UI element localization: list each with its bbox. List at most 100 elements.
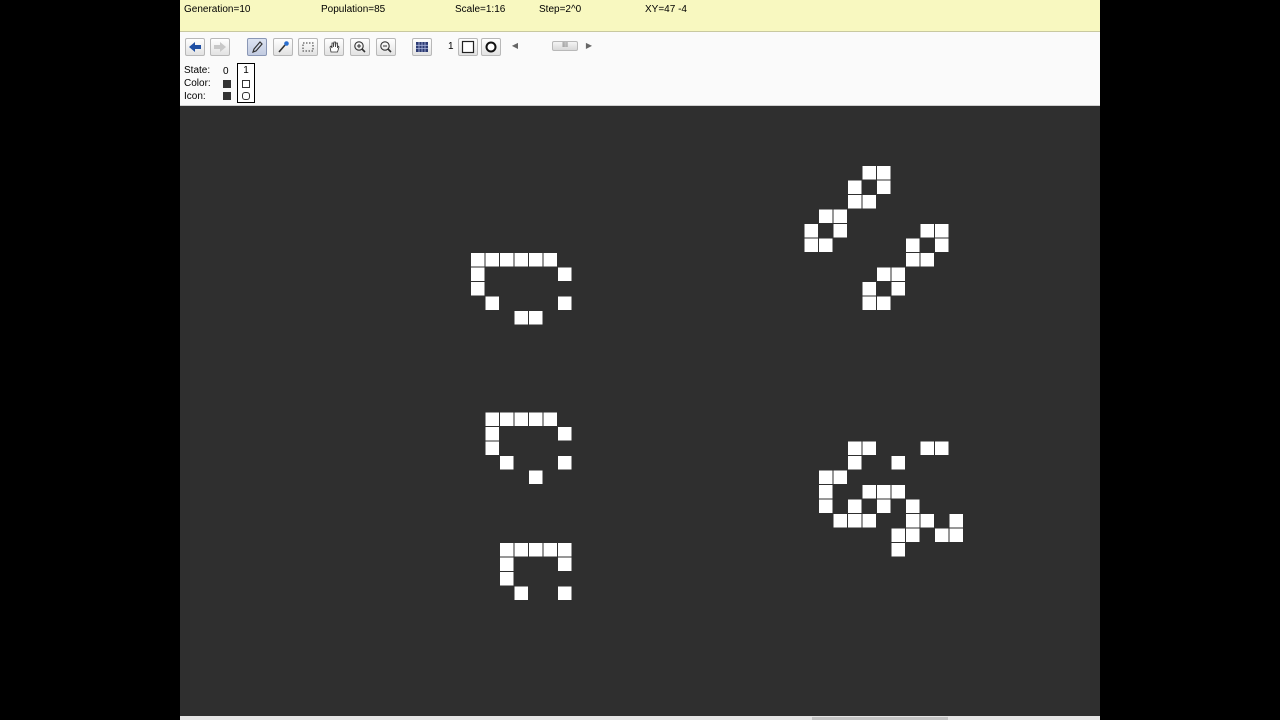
live-cell[interactable] (514, 311, 529, 325)
circle-cell-icon[interactable] (481, 38, 501, 56)
live-cell[interactable] (877, 267, 891, 282)
live-cell[interactable] (862, 282, 877, 296)
live-cell[interactable] (920, 253, 935, 267)
pencil-draw-icon[interactable] (247, 38, 267, 56)
live-cell[interactable] (848, 195, 862, 209)
live-cell[interactable] (471, 282, 485, 296)
live-cell[interactable] (500, 557, 514, 572)
live-cell[interactable] (848, 441, 862, 456)
live-cell[interactable] (500, 456, 514, 470)
live-cell[interactable] (558, 586, 572, 601)
live-cell[interactable] (543, 543, 558, 557)
live-cell[interactable] (500, 412, 514, 427)
live-cell[interactable] (862, 166, 877, 180)
scroll-left-arrow-icon[interactable]: ◀ (510, 40, 520, 52)
live-cell[interactable] (862, 195, 877, 209)
live-cell[interactable] (848, 180, 862, 195)
live-cell[interactable] (877, 296, 891, 311)
live-cell[interactable] (804, 224, 819, 238)
live-cell[interactable] (471, 267, 485, 282)
live-cell[interactable] (862, 514, 877, 528)
live-cell[interactable] (819, 470, 833, 485)
live-cell[interactable] (819, 209, 833, 224)
live-cell[interactable] (891, 267, 906, 282)
live-cell[interactable] (819, 238, 833, 253)
live-cell[interactable] (935, 441, 949, 456)
live-cell[interactable] (500, 572, 514, 586)
live-cell[interactable] (485, 412, 500, 427)
live-cell[interactable] (833, 514, 848, 528)
live-cell[interactable] (819, 485, 833, 499)
live-cell[interactable] (862, 485, 877, 499)
live-cell[interactable] (935, 224, 949, 238)
live-cell[interactable] (920, 514, 935, 528)
live-cell[interactable] (529, 543, 543, 557)
live-cell[interactable] (529, 253, 543, 267)
live-cell[interactable] (819, 499, 833, 514)
live-cell[interactable] (862, 296, 877, 311)
live-cell[interactable] (891, 543, 906, 557)
live-cell[interactable] (935, 238, 949, 253)
horizontal-scrollbar[interactable] (180, 716, 1100, 720)
live-cell[interactable] (543, 253, 558, 267)
live-cell[interactable] (558, 456, 572, 470)
live-cell[interactable] (558, 296, 572, 311)
live-cell[interactable] (891, 456, 906, 470)
live-cell[interactable] (485, 253, 500, 267)
select-region-icon[interactable] (298, 38, 318, 56)
scroll-right-arrow-icon[interactable]: ▶ (584, 40, 594, 52)
live-cell[interactable] (558, 427, 572, 441)
live-cell[interactable] (471, 253, 485, 267)
live-cell[interactable] (558, 557, 572, 572)
live-cell[interactable] (906, 528, 920, 543)
eyedropper-pick-icon[interactable] (273, 38, 293, 56)
zoom-out-icon[interactable] (376, 38, 396, 56)
zoom-in-icon[interactable] (350, 38, 370, 56)
live-cell[interactable] (500, 543, 514, 557)
live-cell[interactable] (877, 180, 891, 195)
live-cell[interactable] (485, 441, 500, 456)
live-cell[interactable] (804, 238, 819, 253)
live-cell[interactable] (906, 238, 920, 253)
live-cell[interactable] (848, 456, 862, 470)
scroll-thumb[interactable]: III (552, 41, 578, 51)
square-cell-icon[interactable] (458, 38, 478, 56)
live-cell[interactable] (848, 514, 862, 528)
live-cell[interactable] (935, 528, 949, 543)
forward-arrow-icon[interactable] (210, 38, 230, 56)
live-cell[interactable] (514, 543, 529, 557)
live-cell[interactable] (920, 441, 935, 456)
live-cell[interactable] (514, 253, 529, 267)
dead-state-icon-swatch[interactable] (223, 92, 231, 100)
live-cell[interactable] (514, 412, 529, 427)
live-cell[interactable] (833, 209, 848, 224)
live-cell[interactable] (949, 514, 964, 528)
live-cell[interactable] (891, 528, 906, 543)
live-cell[interactable] (877, 485, 891, 499)
live-cell[interactable] (949, 528, 964, 543)
live-cell[interactable] (833, 470, 848, 485)
hand-move-icon[interactable] (324, 38, 344, 56)
live-cell[interactable] (500, 253, 514, 267)
live-cell[interactable] (833, 224, 848, 238)
live-cell[interactable] (920, 224, 935, 238)
live-state-selector[interactable]: 1 (237, 63, 255, 103)
live-cell[interactable] (906, 514, 920, 528)
live-cell[interactable] (862, 441, 877, 456)
live-cell[interactable] (529, 412, 543, 427)
live-cell[interactable] (906, 253, 920, 267)
live-cell[interactable] (891, 282, 906, 296)
state-scrollbar[interactable]: ◀ III ▶ (510, 40, 592, 52)
live-cell[interactable] (877, 166, 891, 180)
live-cell[interactable] (529, 470, 543, 485)
dead-state-color-swatch[interactable] (223, 80, 231, 88)
live-cell[interactable] (529, 311, 543, 325)
live-cell[interactable] (877, 499, 891, 514)
all-states-grid-icon[interactable] (412, 38, 432, 56)
cell-grid-viewport[interactable] (180, 106, 1100, 716)
live-cell[interactable] (514, 586, 529, 601)
live-cell[interactable] (543, 412, 558, 427)
live-cell[interactable] (558, 543, 572, 557)
live-cell[interactable] (891, 485, 906, 499)
live-cell[interactable] (906, 499, 920, 514)
